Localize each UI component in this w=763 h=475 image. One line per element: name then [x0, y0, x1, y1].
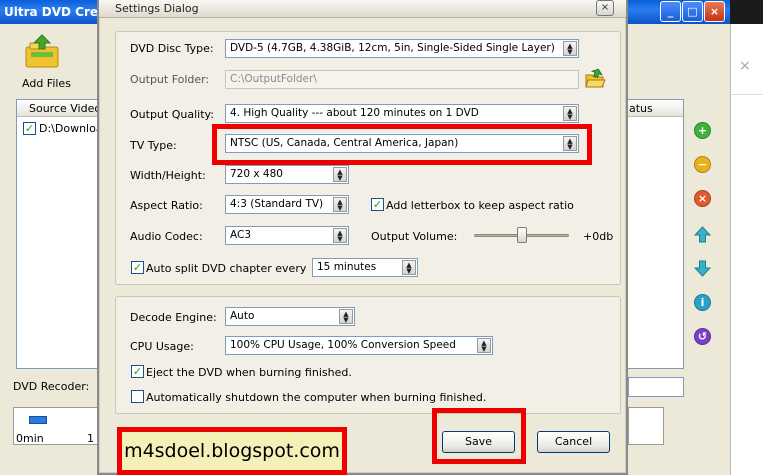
tv-type-select[interactable]: NTSC (US, Canada, Central America, Japan… [225, 134, 579, 153]
auto-split-checkbox[interactable]: ✓ [131, 261, 144, 274]
dialog-title: Settings Dialog [99, 0, 626, 18]
audio-codec-label: Audio Codec: [130, 230, 203, 243]
output-volume-label: Output Volume: [371, 230, 458, 243]
tv-type-value: NTSC (US, Canada, Central America, Japan… [230, 137, 459, 149]
cpu-usage-label: CPU Usage: [130, 340, 194, 353]
timeline-fill [29, 416, 47, 424]
list-header-source[interactable]: Source Video [17, 100, 101, 117]
info-icon[interactable]: i [694, 294, 711, 311]
watermark-label: m4sdoel.blogspot.com [117, 427, 347, 475]
shutdown-checkbox[interactable] [131, 390, 144, 403]
move-up-icon[interactable] [693, 226, 712, 243]
add-icon[interactable]: + [694, 122, 711, 139]
letterbox-label: Add letterbox to keep aspect ratio [386, 199, 574, 212]
list-item-checkbox[interactable]: ✓ [23, 122, 36, 135]
auto-split-select[interactable]: 15 minutes ▲ ▼ [312, 258, 418, 277]
minus-icon[interactable]: − [694, 156, 711, 173]
letterbox-checkbox[interactable]: ✓ [371, 198, 384, 211]
list-item[interactable]: D:\Downloa [39, 122, 103, 135]
minimize-icon[interactable]: _ [660, 1, 681, 22]
output-quality-select[interactable]: 4. High Quality --- about 120 minutes on… [225, 104, 579, 123]
cancel-button[interactable]: Cancel [537, 431, 610, 453]
chevron-updown-icon: ▲ ▼ [563, 136, 577, 151]
output-volume-value: +0db [583, 230, 614, 243]
aspect-ratio-select[interactable]: 4:3 (Standard TV) ▲ ▼ [225, 195, 349, 214]
decode-engine-label: Decode Engine: [130, 311, 217, 324]
folder-open-icon[interactable] [584, 68, 606, 90]
eject-checkbox[interactable]: ✓ [131, 365, 144, 378]
background-window: × [730, 0, 763, 475]
refresh-icon[interactable]: ↺ [694, 328, 711, 345]
auto-split-value: 15 minutes [317, 261, 377, 273]
dialog-close-icon[interactable]: × [596, 0, 614, 16]
output-folder-label: Output Folder: [130, 73, 210, 86]
divider [731, 94, 763, 95]
audio-codec-value: AC3 [230, 229, 252, 241]
width-height-value: 720 x 480 [230, 168, 283, 180]
chevron-updown-icon: ▲ ▼ [563, 106, 577, 121]
width-height-label: Width/Height: [130, 169, 206, 182]
recorder-select[interactable] [628, 377, 684, 397]
background-titlebar [730, 0, 763, 24]
audio-codec-select[interactable]: AC3 ▲ ▼ [225, 226, 349, 245]
disc-type-label: DVD Disc Type: [130, 42, 214, 55]
close-icon[interactable]: × [704, 1, 725, 22]
aspect-ratio-label: Aspect Ratio: [130, 199, 203, 212]
output-quality-value: 4. High Quality --- about 120 minutes on… [230, 107, 479, 119]
maximize-icon[interactable]: □ [682, 1, 703, 22]
chevron-updown-icon: ▲ ▼ [333, 197, 347, 212]
add-files-button[interactable]: Add Files [22, 77, 71, 90]
status-list: atus [624, 99, 684, 369]
add-files-icon[interactable] [22, 33, 62, 73]
tv-type-label: TV Type: [130, 139, 177, 152]
timeline-right [628, 407, 664, 445]
disc-type-value: DVD-5 (4.7GB, 4.38GiB, 12cm, 5in, Single… [230, 42, 555, 54]
chevron-updown-icon: ▲ ▼ [477, 338, 491, 353]
output-quality-label: Output Quality: [130, 108, 214, 121]
background-close-icon[interactable]: × [739, 58, 751, 74]
cpu-usage-value: 100% CPU Usage, 100% Conversion Speed [230, 339, 456, 351]
chevron-updown-icon: ▲ ▼ [339, 309, 353, 324]
chevron-updown-icon: ▲ ▼ [333, 167, 347, 182]
timeline-label-start: 0min [16, 432, 44, 445]
timeline[interactable]: 0min 1 [13, 407, 99, 445]
shutdown-label: Automatically shutdown the computer when… [146, 391, 487, 404]
source-video-list[interactable]: Source Video ✓ D:\Downloa [16, 99, 103, 369]
settings-dialog: Settings Dialog × DVD Disc Type: DVD-5 (… [97, 0, 628, 475]
save-button[interactable]: Save [442, 431, 515, 453]
chevron-updown-icon: ▲ ▼ [402, 260, 416, 275]
move-down-icon[interactable] [693, 260, 712, 277]
decode-engine-value: Auto [230, 310, 255, 322]
output-folder-input[interactable]: C:\OutputFolder\ [225, 70, 579, 89]
delete-icon[interactable]: × [694, 190, 711, 207]
eject-label: Eject the DVD when burning finished. [146, 366, 352, 379]
list-header-status[interactable]: atus [625, 100, 683, 117]
auto-split-label: Auto split DVD chapter every [146, 262, 307, 275]
cpu-usage-select[interactable]: 100% CPU Usage, 100% Conversion Speed ▲ ▼ [225, 336, 493, 355]
volume-slider-thumb[interactable] [516, 227, 527, 243]
chevron-updown-icon: ▲ ▼ [333, 228, 347, 243]
dvd-recoder-label: DVD Recoder: [13, 380, 90, 393]
chevron-updown-icon: ▲ ▼ [563, 41, 577, 56]
width-height-select[interactable]: 720 x 480 ▲ ▼ [225, 165, 349, 184]
decode-engine-select[interactable]: Auto ▲ ▼ [225, 307, 355, 326]
timeline-label-next: 1 [87, 432, 94, 445]
disc-type-select[interactable]: DVD-5 (4.7GB, 4.38GiB, 12cm, 5in, Single… [225, 39, 579, 58]
aspect-ratio-value: 4:3 (Standard TV) [230, 198, 324, 210]
